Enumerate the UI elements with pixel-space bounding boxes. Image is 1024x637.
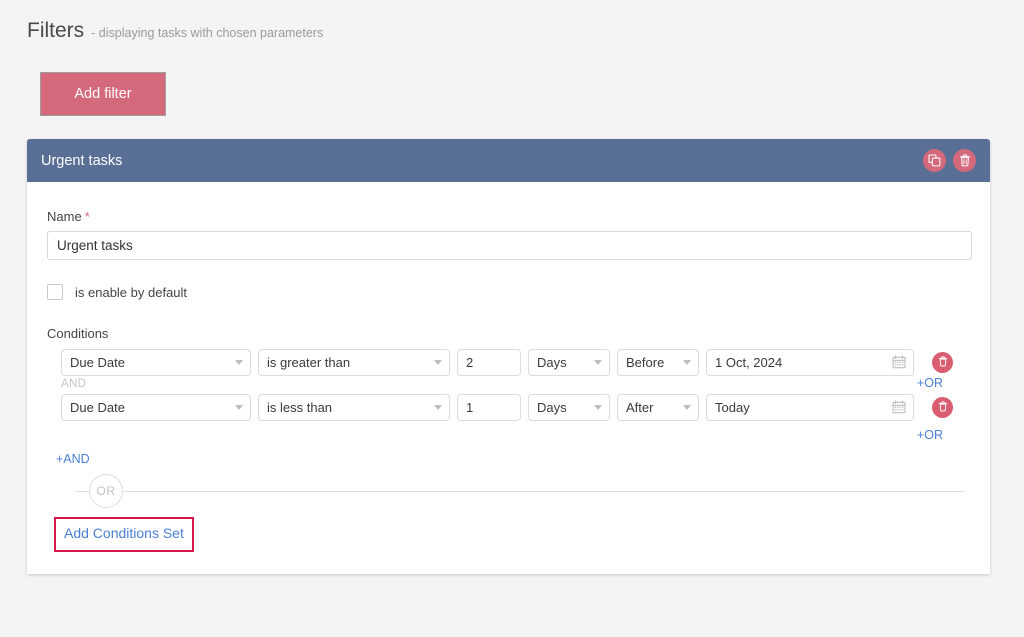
page-title: Filters bbox=[27, 20, 84, 41]
group-divider-label: OR bbox=[89, 474, 123, 508]
add-or-condition-link-2[interactable]: +OR bbox=[917, 428, 943, 442]
add-conditions-set-link[interactable]: Add Conditions Set bbox=[64, 525, 184, 541]
chevron-down-icon bbox=[683, 405, 691, 410]
filter-name-input[interactable] bbox=[47, 231, 972, 260]
filter-card-title: Urgent tasks bbox=[41, 153, 923, 169]
condition-amount-input[interactable]: 2 bbox=[457, 349, 521, 376]
conditions-label: Conditions bbox=[47, 326, 972, 341]
required-marker: * bbox=[85, 209, 90, 224]
condition-operator-select[interactable]: is greater than bbox=[258, 349, 450, 376]
condition-amount-value: 2 bbox=[466, 355, 473, 370]
enable-by-default-checkbox[interactable] bbox=[47, 284, 63, 300]
calendar-icon[interactable] bbox=[892, 400, 906, 414]
filter-card: Urgent tasks bbox=[27, 139, 990, 574]
condition-amount-input[interactable]: 1 bbox=[457, 394, 521, 421]
copy-icon bbox=[928, 154, 941, 167]
duplicate-filter-button[interactable] bbox=[923, 149, 946, 172]
condition-direction-value: Before bbox=[626, 355, 664, 370]
name-label-text: Name bbox=[47, 209, 82, 224]
filter-card-body: Name* is enable by default Conditions Du… bbox=[27, 182, 990, 574]
enable-by-default-row[interactable]: is enable by default bbox=[47, 284, 972, 300]
chevron-down-icon bbox=[235, 360, 243, 365]
name-label: Name* bbox=[47, 209, 972, 224]
enable-by-default-label: is enable by default bbox=[75, 285, 187, 300]
condition-field-value: Due Date bbox=[70, 400, 125, 415]
condition-date-value: Today bbox=[715, 400, 750, 415]
condition-date-input[interactable]: Today bbox=[706, 394, 914, 421]
condition-direction-value: After bbox=[626, 400, 653, 415]
condition-unit-value: Days bbox=[537, 355, 567, 370]
delete-condition-button[interactable] bbox=[932, 352, 953, 373]
add-and-condition-link[interactable]: +AND bbox=[56, 452, 90, 466]
divider-line bbox=[76, 491, 964, 492]
condition-direction-select[interactable]: Before bbox=[617, 349, 699, 376]
condition-unit-select[interactable]: Days bbox=[528, 394, 610, 421]
page-header: Filters - displaying tasks with chosen p… bbox=[27, 20, 323, 41]
conditions-group-divider: OR bbox=[47, 474, 972, 508]
delete-condition-button[interactable] bbox=[932, 397, 953, 418]
calendar-icon[interactable] bbox=[892, 355, 906, 369]
add-conditions-set-highlight: Add Conditions Set bbox=[54, 517, 194, 552]
chevron-down-icon bbox=[594, 405, 602, 410]
chevron-down-icon bbox=[434, 405, 442, 410]
chevron-down-icon bbox=[235, 405, 243, 410]
add-filter-button[interactable]: Add filter bbox=[40, 72, 166, 116]
condition-unit-value: Days bbox=[537, 400, 567, 415]
condition-row: Due Date is less than 1 Days After bbox=[47, 393, 972, 421]
filter-card-header-actions bbox=[923, 149, 976, 172]
trash-icon bbox=[959, 154, 971, 167]
trash-icon bbox=[938, 355, 948, 370]
condition-date-value: 1 Oct, 2024 bbox=[715, 355, 782, 370]
condition-date-input[interactable]: 1 Oct, 2024 bbox=[706, 349, 914, 376]
condition-field-value: Due Date bbox=[70, 355, 125, 370]
condition-unit-select[interactable]: Days bbox=[528, 349, 610, 376]
chevron-down-icon bbox=[683, 360, 691, 365]
condition-amount-value: 1 bbox=[466, 400, 473, 415]
add-or-condition-link-1[interactable]: +OR bbox=[917, 376, 943, 390]
condition-field-select[interactable]: Due Date bbox=[61, 394, 251, 421]
filter-card-header: Urgent tasks bbox=[27, 139, 990, 182]
conditions-list: Due Date is greater than 2 Days Before bbox=[47, 348, 972, 466]
chevron-down-icon bbox=[434, 360, 442, 365]
condition-operator-value: is less than bbox=[267, 400, 332, 415]
condition-operator-select[interactable]: is less than bbox=[258, 394, 450, 421]
trash-icon bbox=[938, 400, 948, 415]
condition-direction-select[interactable]: After bbox=[617, 394, 699, 421]
condition-joiner-label: AND bbox=[47, 376, 972, 393]
chevron-down-icon bbox=[594, 360, 602, 365]
add-and-condition-row: +AND bbox=[47, 450, 972, 466]
condition-field-select[interactable]: Due Date bbox=[61, 349, 251, 376]
page-subtitle: - displaying tasks with chosen parameter… bbox=[91, 27, 323, 40]
delete-filter-button[interactable] bbox=[953, 149, 976, 172]
condition-operator-value: is greater than bbox=[267, 355, 350, 370]
condition-row: Due Date is greater than 2 Days Before bbox=[47, 348, 972, 376]
